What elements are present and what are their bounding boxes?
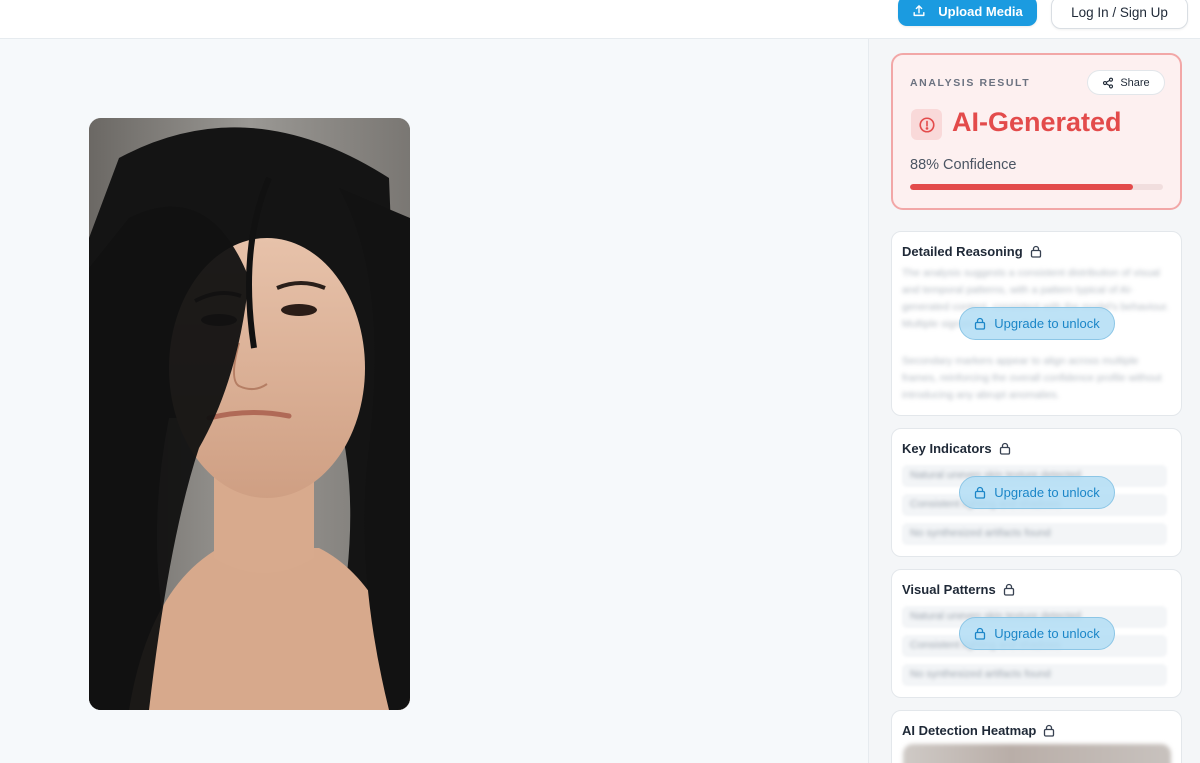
key-indicators-card: Key Indicators Natural uneven skin textu… — [891, 428, 1182, 557]
confidence-bar-fill — [910, 184, 1133, 190]
ai-detection-heatmap-card: AI Detection Heatmap — [891, 710, 1182, 763]
blurred-indicator-text: No synthesized artifacts found — [910, 527, 1051, 539]
confidence-bar — [910, 184, 1163, 190]
uploaded-media-preview — [89, 118, 410, 710]
section-title-text: Detailed Reasoning — [902, 244, 1023, 259]
lock-icon — [1003, 583, 1014, 596]
top-bar: Upload Media Log In / Sign Up — [0, 0, 1200, 39]
share-icon — [1103, 77, 1114, 88]
blurred-reasoning-paragraph: Secondary markers appear to align across… — [902, 355, 1162, 401]
analysis-result-label: ANALYSIS RESULT — [910, 77, 1031, 89]
confidence-text: 88% Confidence — [910, 157, 1017, 173]
analysis-sidebar: ANALYSIS RESULT Share AI-Generated 88% C… — [868, 39, 1200, 763]
detailed-reasoning-title: Detailed Reasoning — [902, 244, 1042, 259]
upgrade-label: Upgrade to unlock — [994, 316, 1100, 331]
lock-icon — [999, 442, 1010, 455]
portrait-photo-icon — [89, 118, 410, 710]
blurred-pattern-row: No synthesized artifacts found — [902, 664, 1167, 686]
upload-media-label: Upload Media — [938, 3, 1023, 19]
visual-patterns-card: Visual Patterns Natural uneven skin text… — [891, 569, 1182, 698]
detailed-reasoning-card: Detailed Reasoning The analysis suggests… — [891, 231, 1182, 416]
analysis-result-card: ANALYSIS RESULT Share AI-Generated 88% C… — [891, 53, 1182, 210]
upgrade-to-unlock-button[interactable]: Upgrade to unlock — [959, 307, 1115, 340]
upload-icon — [913, 5, 925, 17]
share-label: Share — [1120, 76, 1150, 89]
section-title-text: Visual Patterns — [902, 582, 996, 597]
blurred-indicator-row: No synthesized artifacts found — [902, 523, 1167, 545]
media-preview-area — [0, 39, 868, 763]
upgrade-label: Upgrade to unlock — [994, 485, 1100, 500]
upload-media-button[interactable]: Upload Media — [898, 0, 1037, 26]
lock-icon — [975, 627, 986, 640]
section-title-text: Key Indicators — [902, 441, 992, 456]
lock-icon — [975, 317, 986, 330]
lock-icon — [1044, 724, 1055, 737]
alert-icon-box — [911, 109, 942, 140]
section-title-text: AI Detection Heatmap — [902, 723, 1037, 738]
alert-circle-icon — [918, 116, 935, 133]
login-signup-button[interactable]: Log In / Sign Up — [1051, 0, 1188, 29]
verdict-text: AI-Generated — [952, 107, 1122, 137]
upgrade-to-unlock-button[interactable]: Upgrade to unlock — [959, 617, 1115, 650]
blurred-pattern-text: No synthesized artifacts found — [910, 668, 1051, 680]
upgrade-to-unlock-button[interactable]: Upgrade to unlock — [959, 476, 1115, 509]
login-signup-label: Log In / Sign Up — [1071, 5, 1168, 20]
blurred-heatmap-preview — [903, 744, 1171, 763]
share-button[interactable]: Share — [1087, 70, 1165, 95]
lock-icon — [975, 486, 986, 499]
visual-patterns-title: Visual Patterns — [902, 582, 1015, 597]
upgrade-label: Upgrade to unlock — [994, 626, 1100, 641]
heatmap-title: AI Detection Heatmap — [902, 723, 1055, 738]
lock-icon — [1030, 245, 1041, 258]
key-indicators-title: Key Indicators — [902, 441, 1011, 456]
